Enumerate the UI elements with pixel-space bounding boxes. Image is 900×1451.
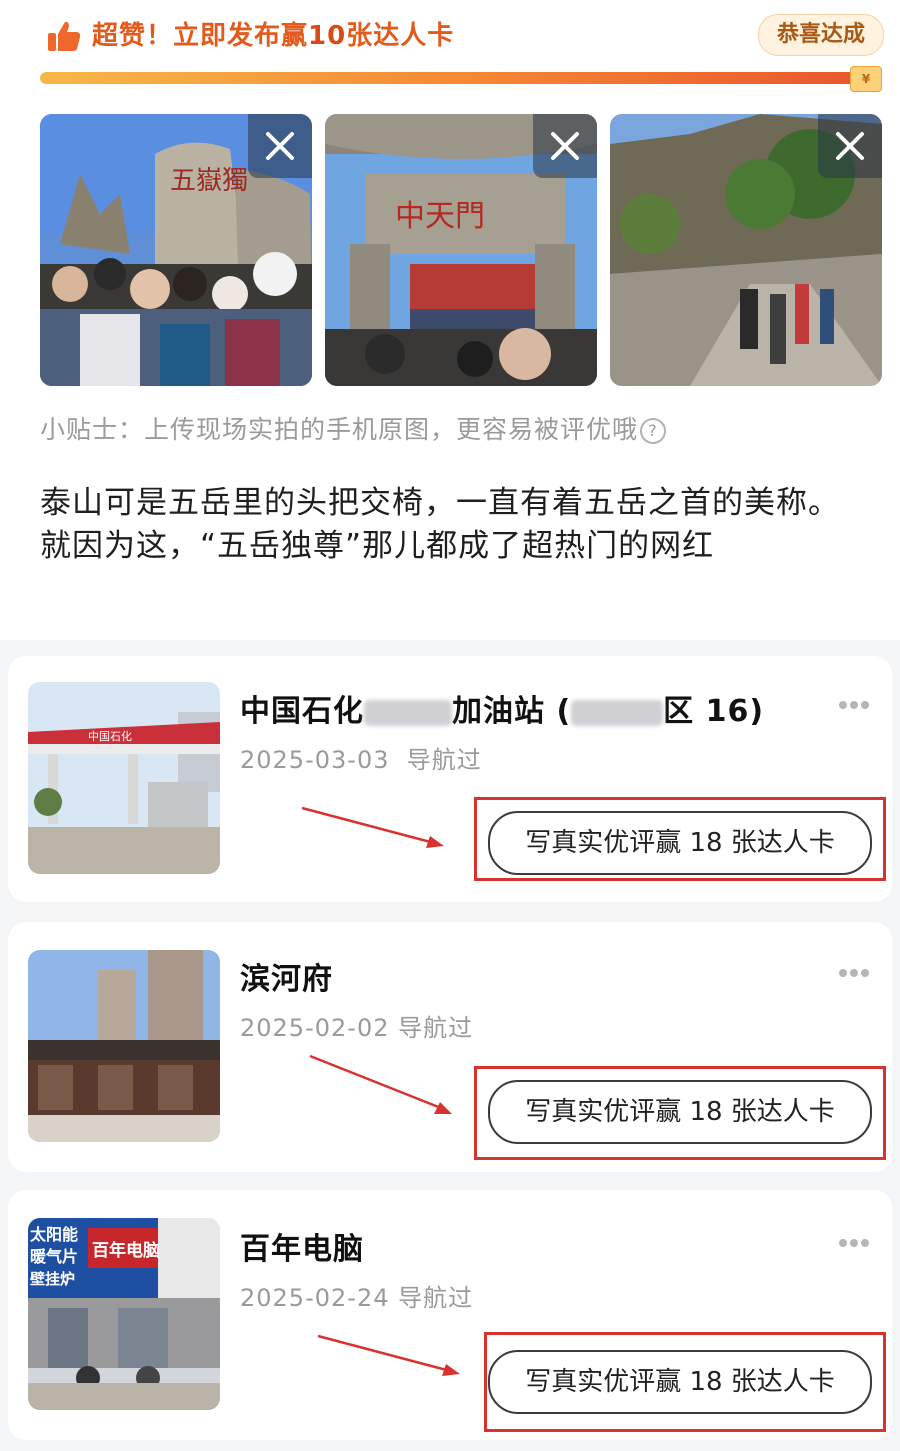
thumbs-up-icon xyxy=(48,21,81,51)
progress-fill xyxy=(40,72,862,84)
photo-uploads: 五嶽獨 中天門 xyxy=(40,114,882,386)
redacted-text xyxy=(571,699,664,726)
post-body-text[interactable]: 泰山可是五岳里的头把交椅，一直有着五岳之首的美称。就因为这，“五岳独尊”那儿都成… xyxy=(40,482,870,568)
visit-status: 导航过 xyxy=(398,1014,474,1042)
annotation-arrow xyxy=(317,1334,460,1376)
visit-status: 导航过 xyxy=(406,746,482,774)
upload-tip: 小贴士：上传现场实拍的手机原图，更容易被评优哦? xyxy=(40,410,667,446)
visit-date: 2025-02-24 xyxy=(240,1284,390,1312)
close-icon[interactable] xyxy=(818,114,882,178)
shop-sign: 壁挂炉 xyxy=(30,1270,75,1288)
photo-wuyue-rock[interactable]: 五嶽獨 xyxy=(40,114,312,386)
place-thumbnail: 中国石化 xyxy=(28,682,220,874)
banner-suffix: 张达人卡 xyxy=(346,21,455,51)
write-review-button[interactable]: 写真实优评赢 18 张达人卡 xyxy=(488,811,872,875)
write-review-button[interactable]: 写真实优评赢 18 张达人卡 xyxy=(488,1350,872,1414)
place-card[interactable]: 中国石化 中国石化 加油站 ( 区 16) 2025-03-03 导航过 写真实优评… xyxy=(8,656,892,902)
visit-status: 导航过 xyxy=(398,1284,474,1312)
annotation-arrow xyxy=(309,1054,452,1114)
help-icon[interactable]: ? xyxy=(640,418,667,444)
gate-inscription: 中天門 xyxy=(395,199,485,234)
title-part: 区 16) xyxy=(663,694,765,729)
redacted-text xyxy=(364,699,452,726)
title-part: 中国石化 xyxy=(240,694,364,729)
close-icon[interactable] xyxy=(248,114,312,178)
reward-banner: 超赞！立即发布赢10张达人卡 恭喜达成 xyxy=(40,14,884,58)
reward-progress-bar xyxy=(40,72,862,84)
more-icon[interactable] xyxy=(838,968,870,978)
place-thumbnail xyxy=(28,950,220,1142)
banner-count: 10 xyxy=(308,21,347,51)
banner-text: 超赞！立即发布赢10张达人卡 xyxy=(92,18,454,54)
photo-zhongtianmen-gate[interactable]: 中天門 xyxy=(325,114,597,386)
visit-date: 2025-02-02 xyxy=(240,1014,390,1042)
title-part: 加油站 ( xyxy=(452,694,572,729)
shop-sign: 百年电脑 xyxy=(92,1240,160,1261)
visit-meta: 2025-02-02 导航过 xyxy=(240,1008,473,1043)
place-title: 滨河府 xyxy=(240,962,333,997)
photo-mountain-stairs[interactable] xyxy=(610,114,882,386)
visit-meta: 2025-03-03 导航过 xyxy=(240,740,482,775)
more-icon[interactable] xyxy=(838,700,870,710)
place-card[interactable]: 滨河府 2025-02-02 导航过 写真实优评赢 18 张达人卡 xyxy=(8,922,892,1172)
place-thumbnail: 太阳能 暖气片 百年电脑 壁挂炉 xyxy=(28,1218,220,1410)
write-review-button[interactable]: 写真实优评赢 18 张达人卡 xyxy=(488,1080,872,1144)
shop-sign: 暖气片 xyxy=(30,1247,78,1266)
place-title: 中国石化 加油站 ( 区 16) xyxy=(240,686,764,730)
rock-inscription: 五嶽獨 xyxy=(170,166,248,196)
close-icon[interactable] xyxy=(533,114,597,178)
reward-coupon-icon: ¥ xyxy=(850,66,882,92)
visit-meta: 2025-02-24 导航过 xyxy=(240,1278,473,1313)
visit-date: 2025-03-03 xyxy=(240,746,390,774)
more-icon[interactable] xyxy=(838,1238,870,1248)
banner-prefix: 超赞！立即发布赢 xyxy=(92,21,309,51)
gas-station-sign: 中国石化 xyxy=(88,729,132,743)
tip-text: 小贴士：上传现场实拍的手机原图，更容易被评优哦 xyxy=(40,415,639,444)
place-title: 百年电脑 xyxy=(240,1232,364,1267)
annotation-arrow xyxy=(301,806,444,848)
shop-sign: 太阳能 xyxy=(29,1225,78,1244)
achieved-badge: 恭喜达成 xyxy=(758,14,884,56)
publish-card: 超赞！立即发布赢10张达人卡 恭喜达成 ¥ 五嶽獨 中天門 小贴士：上传现场实拍… xyxy=(0,0,900,640)
place-card[interactable]: 太阳能 暖气片 百年电脑 壁挂炉 百年电脑 2025-02-24 导航过 写真实… xyxy=(8,1190,892,1440)
